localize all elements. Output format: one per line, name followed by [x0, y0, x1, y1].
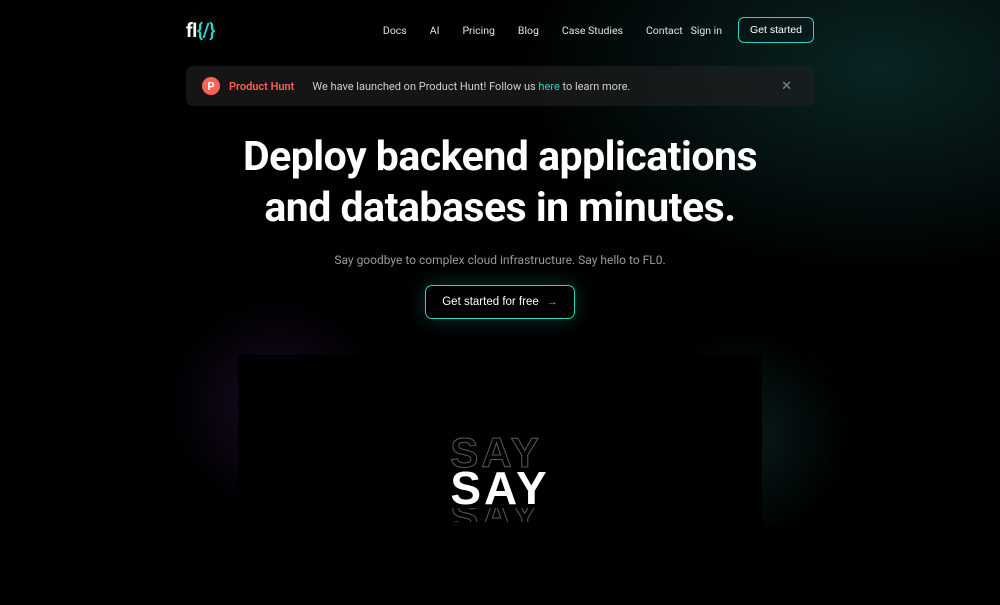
arrow-right-icon: → [547, 296, 558, 308]
header: fl{/} Docs AI Pricing Blog Case Studies … [0, 0, 1000, 46]
video-preview[interactable]: SAY SAY SAY [238, 355, 762, 605]
product-hunt-label: Product Hunt [229, 80, 294, 93]
logo[interactable]: fl{/} [186, 19, 215, 42]
nav-ai[interactable]: AI [430, 24, 440, 37]
banner-text: We have launched on Product Hunt! Follow… [312, 80, 630, 93]
hero-title-line2: and databases in minutes. [264, 184, 735, 232]
hero-section: Deploy backend applications and database… [0, 132, 1000, 319]
product-hunt-icon: P [202, 77, 220, 95]
hero-title-line1: Deploy backend applications [243, 133, 757, 181]
cta-get-started-button[interactable]: Get started for free → [425, 285, 575, 319]
hero-title: Deploy backend applications and database… [0, 132, 1000, 235]
main-nav: Docs AI Pricing Blog Case Studies Contac… [383, 24, 683, 37]
cta-label: Get started for free [442, 296, 539, 308]
close-banner-button[interactable]: ✕ [775, 76, 798, 96]
hero-subtitle: Say goodbye to complex cloud infrastruct… [0, 253, 1000, 267]
announcement-banner: P Product Hunt We have launched on Produ… [186, 66, 814, 106]
say-text-graphic: SAY SAY SAY [450, 437, 549, 522]
nav-pricing[interactable]: Pricing [462, 24, 494, 37]
nav-docs[interactable]: Docs [383, 24, 407, 37]
nav-blog[interactable]: Blog [518, 24, 539, 37]
logo-text-prefix: fl [186, 19, 197, 42]
say-outline-bottom: SAY [450, 508, 549, 522]
logo-bracket: {/} [197, 19, 215, 42]
nav-contact[interactable]: Contact [646, 24, 683, 37]
signin-link[interactable]: Sign in [691, 24, 722, 37]
banner-text-before: We have launched on Product Hunt! Follow… [312, 80, 538, 93]
header-right: Sign in Get started [691, 17, 814, 43]
say-fill: SAY [450, 469, 549, 508]
get-started-button[interactable]: Get started [738, 17, 814, 43]
banner-link[interactable]: here [538, 80, 559, 93]
banner-text-after: to learn more. [560, 80, 631, 93]
nav-case-studies[interactable]: Case Studies [562, 24, 623, 37]
